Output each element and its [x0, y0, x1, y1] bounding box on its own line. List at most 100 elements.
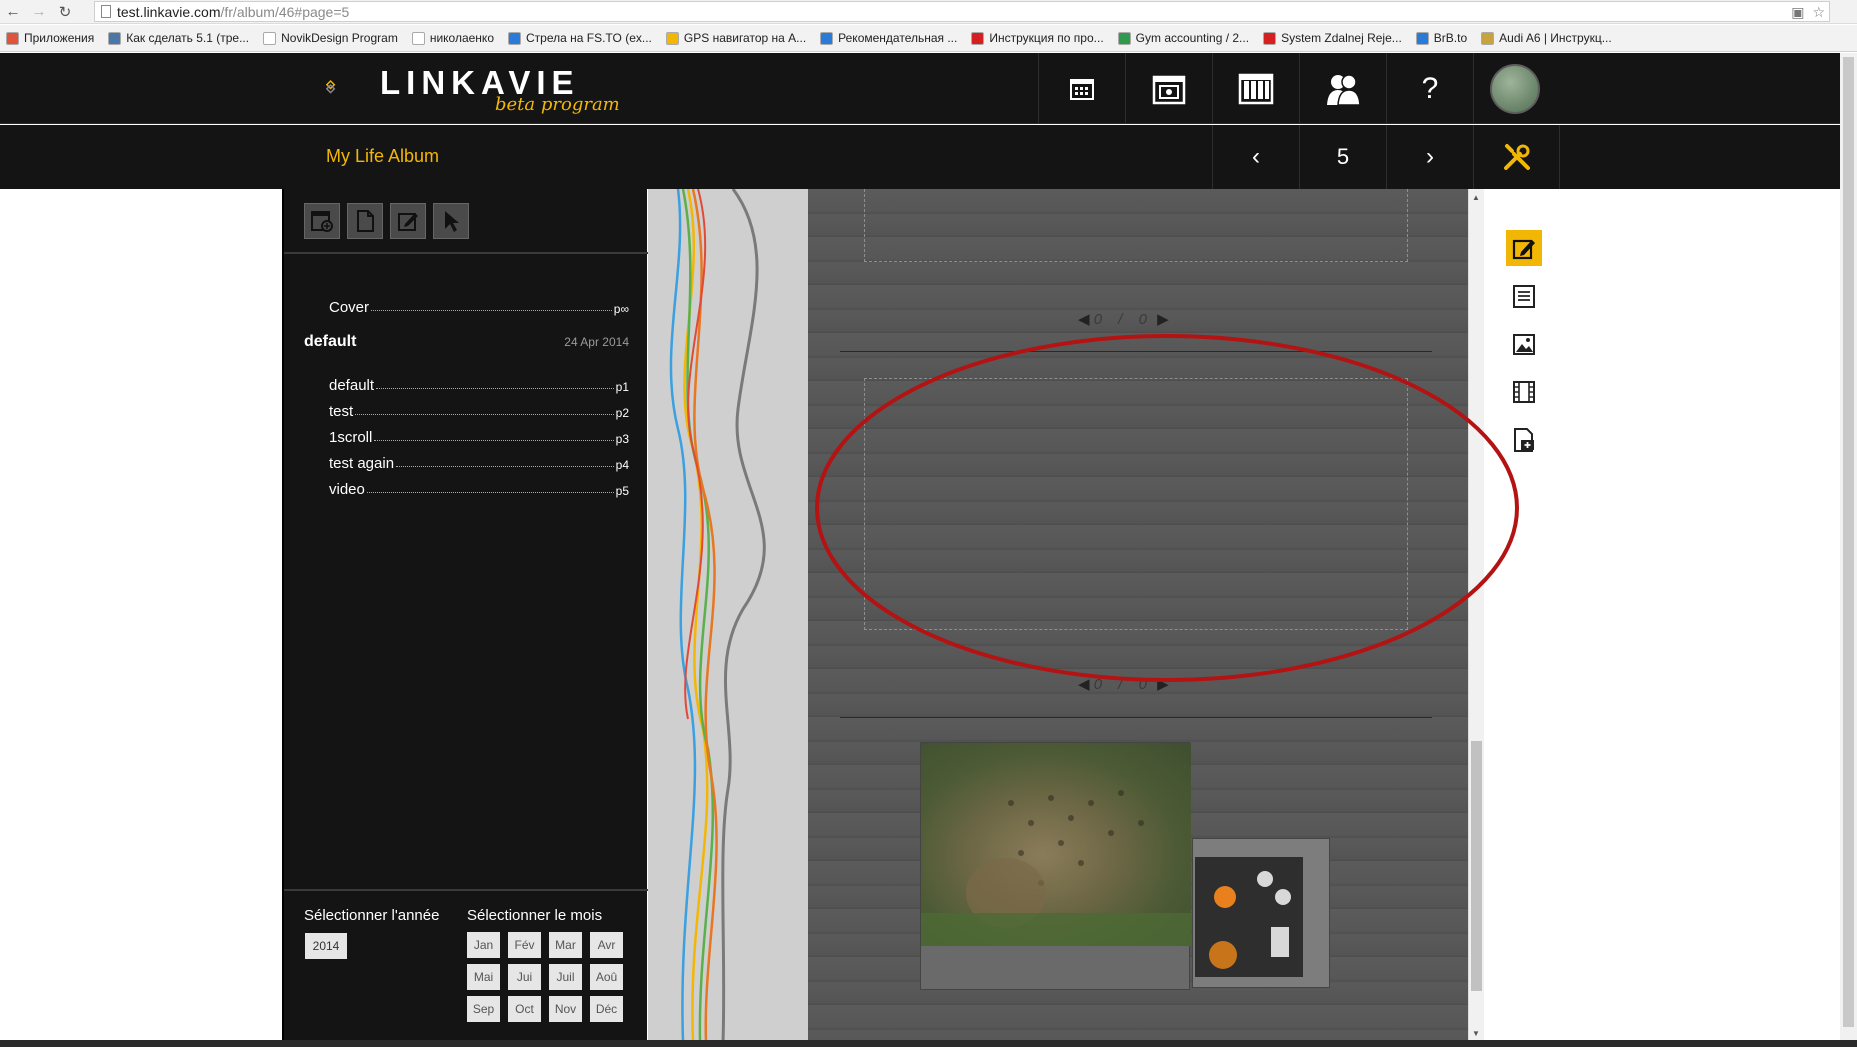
add-text-button[interactable] — [1506, 278, 1542, 314]
add-event-button[interactable] — [304, 203, 340, 239]
bookmark-item[interactable]: Gym accounting / 2... — [1117, 31, 1250, 45]
drop-zone-top[interactable] — [864, 189, 1408, 262]
bookmark-item[interactable]: Audi A6 | Инструкц... — [1481, 31, 1612, 45]
address-bar[interactable]: test.linkavie.com /fr/album/46#page=5 ▣ … — [94, 1, 1830, 22]
bookmark-item[interactable]: BrB.to — [1415, 31, 1467, 45]
month-button[interactable]: Avr — [590, 932, 623, 958]
toc-item-page: p4 — [615, 458, 629, 472]
bookmark-item[interactable]: Приложения — [6, 31, 94, 45]
tools-button[interactable] — [1473, 125, 1560, 189]
toc-dots — [396, 466, 614, 467]
divider — [284, 252, 649, 254]
add-image-button[interactable] — [1506, 326, 1542, 362]
next-page-button[interactable]: › — [1386, 125, 1473, 189]
page-icon — [101, 5, 111, 18]
calendar-icon[interactable] — [1038, 53, 1125, 124]
help-icon[interactable]: ? — [1386, 53, 1473, 124]
bookmarks-bar: Приложения Как сделать 5.1 (тре... NovikDe… — [0, 25, 1857, 52]
drop-zone-middle[interactable] — [864, 378, 1408, 630]
new-page-button[interactable] — [347, 203, 383, 239]
grid-chart-icon[interactable] — [1212, 53, 1299, 124]
scroll-up-icon[interactable]: ▲ — [1472, 193, 1480, 202]
page-scrollbar[interactable] — [1840, 53, 1857, 1042]
month-button[interactable]: Mar — [549, 932, 582, 958]
calendar-add-icon — [311, 211, 333, 232]
divider — [284, 889, 649, 891]
bookmark-label: Audi A6 | Инструкц... — [1499, 31, 1612, 45]
year-button[interactable]: 2014 — [305, 933, 347, 959]
add-page-button[interactable] — [1506, 422, 1542, 458]
month-button[interactable]: Oct — [508, 996, 541, 1022]
bookmark-item[interactable]: николаенко — [411, 31, 494, 45]
select-button[interactable] — [433, 203, 469, 239]
month-button[interactable]: Mai — [467, 964, 500, 990]
photo-halloween[interactable] — [1192, 838, 1330, 988]
toc-item[interactable]: video p5 — [304, 472, 629, 498]
scroll-thumb[interactable] — [1471, 741, 1482, 991]
month-button[interactable]: Jan — [467, 932, 500, 958]
month-button[interactable]: Nov — [549, 996, 582, 1022]
canvas-scrollbar[interactable]: ▲ ▼ — [1468, 189, 1484, 1042]
bookmark-label: System Zdalnej Reje... — [1281, 31, 1402, 45]
page-separator — [840, 351, 1432, 352]
page-icon — [357, 210, 374, 232]
add-video-button[interactable] — [1506, 374, 1542, 410]
bookmark-item[interactable]: Рекомендательная ... — [820, 31, 957, 45]
bookmark-favicon-icon — [108, 31, 122, 45]
toc-item[interactable]: default p1 — [304, 368, 629, 394]
toc-item[interactable]: test again p4 — [304, 446, 629, 472]
arrow-left-icon[interactable]: ◀ — [1078, 676, 1090, 693]
album-sidebar: Cover p∞ default 24 Apr 2014 default p1 te… — [282, 189, 649, 1042]
bookmark-item[interactable]: System Zdalnej Reje... — [1263, 31, 1402, 45]
film-icon — [1513, 381, 1535, 403]
bookmark-item[interactable]: Как сделать 5.1 (тре... — [108, 31, 249, 45]
app-header — [0, 53, 1840, 124]
bookmark-label: Инструкция по про... — [989, 31, 1104, 45]
month-button[interactable]: Sep — [467, 996, 500, 1022]
scroll-down-icon[interactable]: ▼ — [1472, 1029, 1480, 1038]
add-page-icon — [1514, 428, 1534, 452]
photo-cheetah[interactable] — [920, 742, 1191, 990]
bookmark-item[interactable]: Стрела на FS.TO (ex... — [508, 31, 652, 45]
month-button[interactable]: Fév — [508, 932, 541, 958]
toc-item-cover[interactable]: Cover p∞ — [304, 285, 629, 316]
section-name: default — [304, 333, 357, 350]
arrow-right-icon[interactable]: ▶ — [1157, 311, 1169, 328]
edit-button[interactable] — [390, 203, 426, 239]
arrow-right-icon[interactable]: ▶ — [1157, 676, 1169, 693]
album-pages-icon[interactable] — [1125, 53, 1212, 124]
top-nav: ? — [1038, 53, 1560, 124]
toc-dots — [355, 414, 614, 415]
linkavie-logo-icon[interactable] — [326, 56, 380, 118]
toc-dots — [376, 388, 614, 389]
toc-section[interactable]: default 24 Apr 2014 — [304, 322, 629, 362]
album-title[interactable]: My Life Album — [326, 146, 439, 167]
edit-mode-button[interactable] — [1506, 230, 1542, 266]
translate-icon[interactable]: ▣ — [1791, 4, 1804, 21]
toc-dots — [366, 492, 614, 493]
toc-item[interactable]: test p2 — [304, 394, 629, 420]
reload-icon[interactable]: ↻ — [52, 0, 78, 24]
page-nav-arrows[interactable]: ◀ 0 / 0 ▶ — [1078, 675, 1169, 693]
month-button[interactable]: Aoû — [590, 964, 623, 990]
wrench-screwdriver-icon — [1503, 144, 1530, 170]
page-nav-arrows[interactable]: ◀ 0 / 0 ▶ — [1078, 310, 1169, 328]
bookmark-label: Gym accounting / 2... — [1135, 31, 1250, 45]
star-icon[interactable]: ☆ — [1812, 4, 1825, 21]
bookmark-item[interactable]: Инструкция по про... — [971, 31, 1104, 45]
bookmark-item[interactable]: NovikDesign Program — [263, 31, 398, 45]
friends-icon[interactable] — [1299, 53, 1386, 124]
month-button[interactable]: Jui — [508, 964, 541, 990]
page-scroll-thumb[interactable] — [1843, 57, 1854, 1027]
user-avatar[interactable] — [1490, 64, 1540, 114]
bookmark-item[interactable]: GPS навигатор на А... — [665, 31, 806, 45]
month-button[interactable]: Juil — [549, 964, 582, 990]
forward-arrow-icon[interactable]: → — [26, 0, 52, 24]
toc-item[interactable]: 1scroll p3 — [304, 420, 629, 446]
prev-page-button[interactable]: ‹ — [1212, 125, 1299, 189]
toc-item-page: p5 — [615, 484, 629, 498]
bookmark-favicon-icon — [665, 31, 679, 45]
arrow-left-icon[interactable]: ◀ — [1078, 311, 1090, 328]
back-arrow-icon[interactable]: ← — [0, 0, 26, 24]
month-button[interactable]: Déc — [590, 996, 623, 1022]
